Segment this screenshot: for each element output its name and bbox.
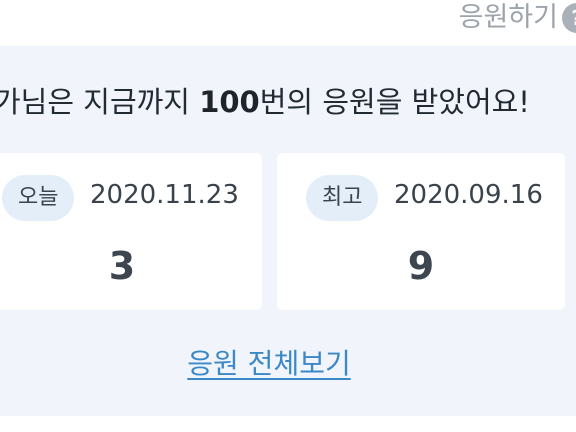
today-badge: 오늘 <box>2 175 75 221</box>
best-card: 최고 2020.09.16 9 <box>277 153 565 310</box>
view-all-cheers-link[interactable]: 응원 전체보기 <box>0 344 538 384</box>
today-date: 2020.11.23 <box>90 180 239 210</box>
cheer-widget: 응원하기 ? 가님은 지금까지 100번의 응원을 받았어요! 오늘 2020.… <box>0 0 576 432</box>
cheer-total-headline: 가님은 지금까지 100번의 응원을 받았어요! <box>0 82 530 122</box>
best-badge: 최고 <box>306 175 379 221</box>
headline-total-count: 100 <box>199 85 260 119</box>
headline-text-after: 번의 응원을 받았어요! <box>259 85 530 119</box>
cheer-button-label: 응원하기 <box>458 2 558 33</box>
best-date: 2020.09.16 <box>394 180 543 210</box>
today-card: 오늘 2020.11.23 3 <box>0 153 262 310</box>
cheer-button[interactable]: 응원하기 ? <box>458 0 576 36</box>
best-count: 9 <box>407 244 435 288</box>
headline-text-before: 가님은 지금까지 <box>0 85 200 119</box>
today-count: 3 <box>108 244 136 288</box>
help-icon[interactable]: ? <box>562 3 576 33</box>
